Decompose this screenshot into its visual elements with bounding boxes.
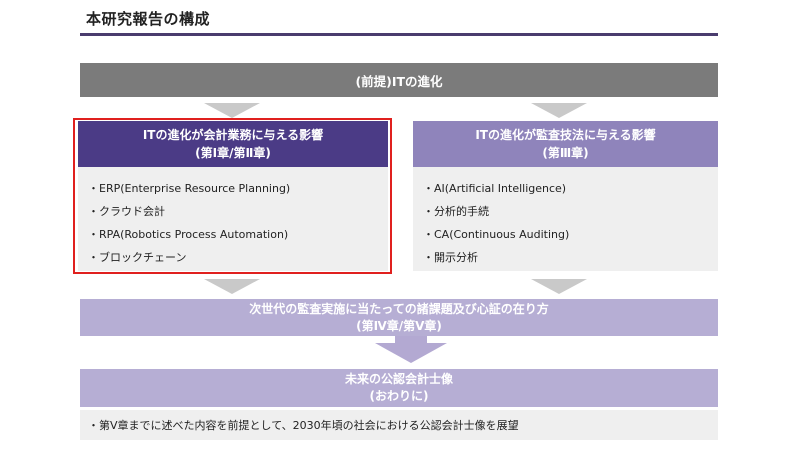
- premise-bar: (前提)ITの進化: [80, 63, 718, 97]
- list-item: ・開示分析: [423, 251, 478, 264]
- list-item: ・CA(Continuous Auditing): [423, 228, 570, 241]
- future-cpa-title: 未来の公認会計士像: [344, 372, 453, 386]
- list-item: ・ブロックチェーン: [88, 251, 187, 264]
- list-item: ・ERP(Enterprise Resource Planning): [88, 182, 291, 195]
- accounting-impact-list: ・ERP(Enterprise Resource Planning) ・クラウド…: [78, 167, 388, 269]
- down-arrow-icon: [531, 103, 587, 118]
- audit-technique-header: ITの進化が監査技法に与える影響 (第Ⅲ章): [413, 121, 718, 167]
- list-item: ・RPA(Robotics Process Automation): [88, 228, 289, 241]
- audit-technique-panel: ITの進化が監査技法に与える影響 (第Ⅲ章) ・AI(Artificial In…: [413, 121, 718, 271]
- audit-technique-list: ・AI(Artificial Intelligence) ・分析的手続 ・CA(…: [413, 167, 718, 269]
- accounting-impact-panel: ITの進化が会計業務に与える影響 (第Ⅰ章/第Ⅱ章) ・ERP(Enterpri…: [78, 121, 388, 271]
- title-divider: [80, 33, 718, 36]
- next-gen-audit-chapters: (第Ⅳ章/第Ⅴ章): [356, 318, 442, 333]
- report-structure-diagram: 本研究報告の構成 (前提)ITの進化 ITの進化が会計業務に与える影響 (第Ⅰ章…: [0, 0, 800, 450]
- next-gen-audit-title: 次世代の監査実施に当たっての諸課題及び心証の在り方: [249, 301, 549, 316]
- accounting-impact-header: ITの進化が会計業務に与える影響 (第Ⅰ章/第Ⅱ章): [78, 121, 388, 167]
- down-arrow-icon: [531, 279, 587, 294]
- page-title: 本研究報告の構成: [86, 10, 211, 28]
- down-arrow-icon: [375, 343, 447, 363]
- future-cpa-section: 未来の公認会計士像 (おわりに): [80, 369, 718, 407]
- down-arrow-icon: [204, 279, 260, 294]
- future-cpa-note-text: ・第Ⅴ章までに述べた内容を前提として、2030年頃の社会における公認会計士像を展…: [88, 419, 519, 432]
- premise-label: (前提)ITの進化: [355, 73, 443, 89]
- next-gen-audit-section: 次世代の監査実施に当たっての諸課題及び心証の在り方 (第Ⅳ章/第Ⅴ章): [80, 299, 718, 336]
- list-item: ・AI(Artificial Intelligence): [423, 182, 567, 195]
- accounting-impact-chapters: (第Ⅰ章/第Ⅱ章): [195, 146, 271, 160]
- future-cpa-chapters: (おわりに): [369, 389, 429, 403]
- future-cpa-note: ・第Ⅴ章までに述べた内容を前提として、2030年頃の社会における公認会計士像を展…: [80, 410, 718, 440]
- audit-technique-chapters: (第Ⅲ章): [542, 146, 589, 160]
- audit-technique-title: ITの進化が監査技法に与える影響: [475, 128, 656, 142]
- down-arrow-icon: [204, 103, 260, 118]
- list-item: ・クラウド会計: [88, 205, 165, 218]
- list-item: ・分析的手続: [423, 205, 489, 218]
- accounting-impact-title: ITの進化が会計業務に与える影響: [142, 128, 324, 142]
